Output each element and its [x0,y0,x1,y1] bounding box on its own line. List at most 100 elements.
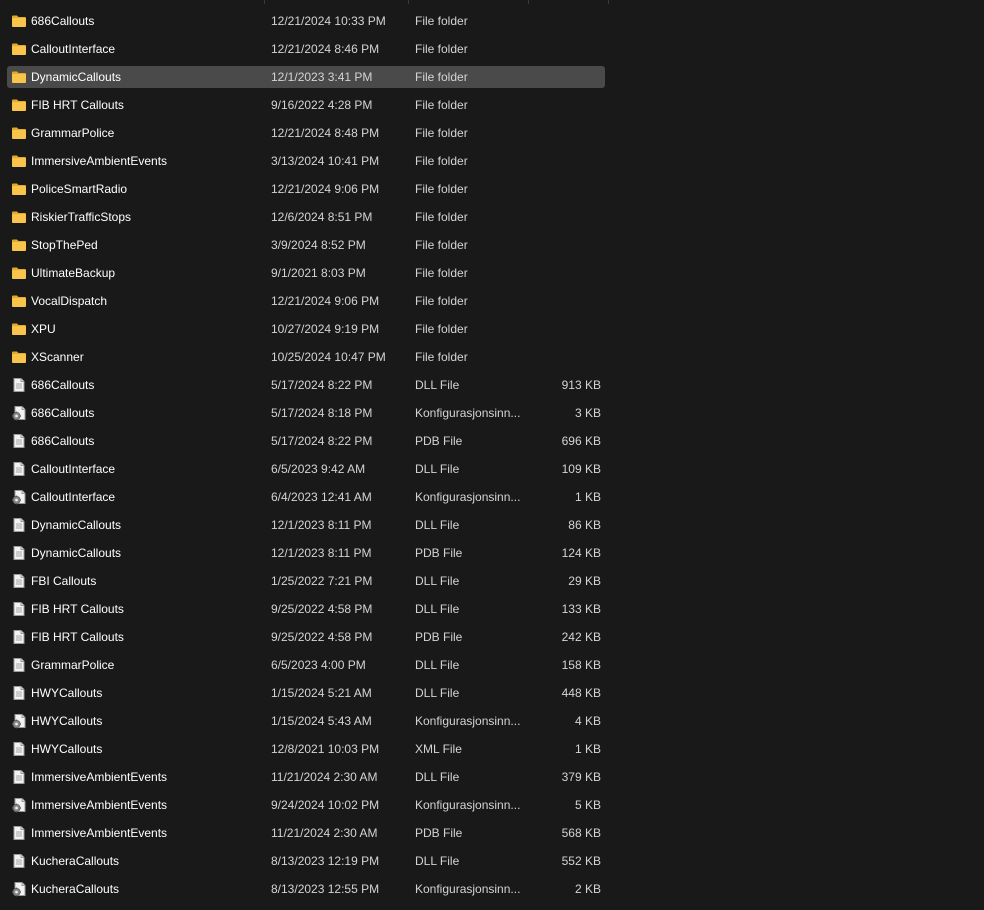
file-name: CalloutInterface [31,490,116,504]
file-type: DLL File [415,658,460,672]
file-type: Konfigurasjonsinn... [415,798,521,812]
file-date-modified: 12/1/2023 3:41 PM [271,70,373,84]
file-date-modified: 3/9/2024 8:52 PM [271,238,366,252]
folder-icon [11,41,27,57]
file-row-19[interactable]: DynamicCallouts 12/1/2023 8:11 PM PDB Fi… [0,539,984,567]
file-row-4[interactable]: GrammarPolice 12/21/2024 8:48 PM File fo… [0,119,984,147]
file-row-23[interactable]: GrammarPolice 6/5/2023 4:00 PM DLL File … [0,651,984,679]
file-name: StopThePed [31,238,98,252]
file-date-modified: 5/17/2024 8:22 PM [271,378,373,392]
file-row-18[interactable]: DynamicCallouts 12/1/2023 8:11 PM DLL Fi… [0,511,984,539]
column-separator-date[interactable] [408,0,409,4]
file-row-6[interactable]: PoliceSmartRadio 12/21/2024 9:06 PM File… [0,175,984,203]
file-date-modified: 9/1/2021 8:03 PM [271,266,366,280]
file-type: Konfigurasjonsinn... [415,406,521,420]
file-size: 3 KB [574,406,601,420]
config-file-icon [11,489,27,505]
file-row-14[interactable]: 686Callouts 5/17/2024 8:18 PM Konfiguras… [0,399,984,427]
folder-icon [11,293,27,309]
folder-icon [11,209,27,225]
file-row-10[interactable]: VocalDispatch 12/21/2024 9:06 PM File fo… [0,287,984,315]
file-size: 5 KB [574,798,601,812]
file-date-modified: 12/21/2024 8:46 PM [271,42,380,56]
file-row-0[interactable]: 686Callouts 12/21/2024 10:33 PM File fol… [0,7,984,35]
file-icon [11,377,27,393]
file-name: 686Callouts [31,434,95,448]
file-name: HWYCallouts [31,714,103,728]
file-size: 448 KB [561,686,601,700]
file-row-21[interactable]: FIB HRT Callouts 9/25/2022 4:58 PM DLL F… [0,595,984,623]
file-icon [11,685,27,701]
file-date-modified: 3/13/2024 10:41 PM [271,154,380,168]
file-row-29[interactable]: ImmersiveAmbientEvents 11/21/2024 2:30 A… [0,819,984,847]
file-row-15[interactable]: 686Callouts 5/17/2024 8:22 PM PDB File 6… [0,427,984,455]
file-size: 109 KB [561,462,601,476]
file-type: File folder [415,70,468,84]
file-size: 133 KB [561,602,601,616]
file-list: 686Callouts 12/21/2024 10:33 PM File fol… [0,7,984,903]
file-row-22[interactable]: FIB HRT Callouts 9/25/2022 4:58 PM PDB F… [0,623,984,651]
config-file-icon [11,797,27,813]
file-row-3[interactable]: FIB HRT Callouts 9/16/2022 4:28 PM File … [0,91,984,119]
file-date-modified: 9/25/2022 4:58 PM [271,602,373,616]
file-row-1[interactable]: CalloutInterface 12/21/2024 8:46 PM File… [0,35,984,63]
file-date-modified: 11/21/2024 2:30 AM [271,770,378,784]
file-name: HWYCallouts [31,742,103,756]
file-name: ImmersiveAmbientEvents [31,770,168,784]
file-row-20[interactable]: FBI Callouts 1/25/2022 7:21 PM DLL File … [0,567,984,595]
file-icon [11,629,27,645]
file-row-2[interactable]: DynamicCallouts 12/1/2023 3:41 PM File f… [0,63,984,91]
file-date-modified: 10/25/2024 10:47 PM [271,350,386,364]
file-name: HWYCallouts [31,686,103,700]
file-row-13[interactable]: 686Callouts 5/17/2024 8:22 PM DLL File 9… [0,371,984,399]
file-icon [11,769,27,785]
file-row-31[interactable]: KucheraCallouts 8/13/2023 12:55 PM Konfi… [0,875,984,903]
file-type: File folder [415,154,468,168]
file-name: VocalDispatch [31,294,108,308]
folder-icon [11,181,27,197]
file-row-8[interactable]: StopThePed 3/9/2024 8:52 PM File folder [0,231,984,259]
file-row-17[interactable]: CalloutInterface 6/4/2023 12:41 AM Konfi… [0,483,984,511]
file-row-25[interactable]: HWYCallouts 1/15/2024 5:43 AM Konfiguras… [0,707,984,735]
file-row-24[interactable]: HWYCallouts 1/15/2024 5:21 AM DLL File 4… [0,679,984,707]
file-date-modified: 1/25/2022 7:21 PM [271,574,373,588]
file-size: 696 KB [561,434,601,448]
file-row-11[interactable]: XPU 10/27/2024 9:19 PM File folder [0,315,984,343]
file-size: 242 KB [561,630,601,644]
file-row-27[interactable]: ImmersiveAmbientEvents 11/21/2024 2:30 A… [0,763,984,791]
file-row-26[interactable]: HWYCallouts 12/8/2021 10:03 PM XML File … [0,735,984,763]
file-row-12[interactable]: XScanner 10/25/2024 10:47 PM File folder [0,343,984,371]
file-date-modified: 5/17/2024 8:18 PM [271,406,373,420]
column-separator-type[interactable] [528,0,529,4]
file-row-28[interactable]: ImmersiveAmbientEvents 9/24/2024 10:02 P… [0,791,984,819]
file-date-modified: 6/5/2023 9:42 AM [271,462,366,476]
folder-icon [11,349,27,365]
file-type: DLL File [415,462,460,476]
file-date-modified: 12/6/2024 8:51 PM [271,210,373,224]
column-separator-name[interactable] [264,0,265,4]
file-date-modified: 12/21/2024 10:33 PM [271,14,386,28]
column-separator-size[interactable] [608,0,609,4]
file-row-9[interactable]: UltimateBackup 9/1/2021 8:03 PM File fol… [0,259,984,287]
folder-icon [11,125,27,141]
folder-icon [11,97,27,113]
file-size: 4 KB [574,714,601,728]
file-date-modified: 8/13/2023 12:55 PM [271,882,380,896]
file-type: File folder [415,14,468,28]
file-name: FBI Callouts [31,574,97,588]
config-file-icon [11,881,27,897]
file-row-7[interactable]: RiskierTrafficStops 12/6/2024 8:51 PM Fi… [0,203,984,231]
file-type: File folder [415,350,468,364]
file-row-30[interactable]: KucheraCallouts 8/13/2023 12:19 PM DLL F… [0,847,984,875]
file-row-16[interactable]: CalloutInterface 6/5/2023 9:42 AM DLL Fi… [0,455,984,483]
file-icon [11,657,27,673]
file-size: 1 KB [574,742,601,756]
file-name: XPU [31,322,56,336]
file-type: DLL File [415,574,460,588]
file-type: File folder [415,126,468,140]
file-name: FIB HRT Callouts [31,602,124,616]
folder-icon [11,321,27,337]
file-size: 1 KB [574,490,601,504]
file-name: PoliceSmartRadio [31,182,128,196]
file-row-5[interactable]: ImmersiveAmbientEvents 3/13/2024 10:41 P… [0,147,984,175]
